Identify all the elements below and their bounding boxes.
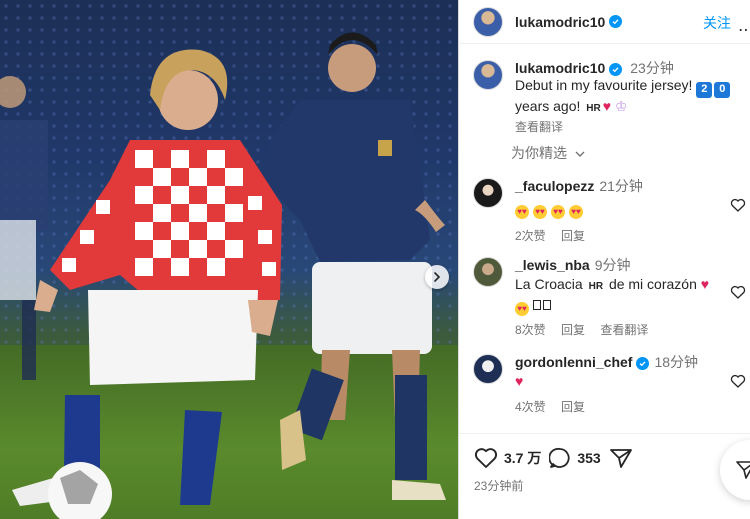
post-footer: 3.7 万 353 23分钟前 <box>459 433 750 519</box>
comment-icon[interactable] <box>549 447 571 469</box>
heart-outline-icon[interactable] <box>730 197 746 213</box>
chevron-down-icon <box>575 151 585 157</box>
heart-eyes-emoji: ♥♥ <box>515 204 529 219</box>
comment-count[interactable]: 353 <box>577 450 600 466</box>
heart-outline-icon[interactable] <box>730 284 746 300</box>
action-bar: 3.7 万 353 <box>474 447 633 469</box>
comment-actions: 8次赞 回复 查看翻译 <box>515 322 709 339</box>
share-icon[interactable] <box>609 447 633 469</box>
comment-username[interactable]: gordonlenni_chef <box>515 354 632 370</box>
send-icon <box>736 461 750 479</box>
post-header: lukamodric10 关注 ⋯ <box>459 0 750 44</box>
missing-glyph-icon <box>543 300 551 310</box>
see-translation-link[interactable]: 查看翻译 <box>600 323 648 337</box>
red-heart-emoji: ♥ <box>602 97 612 114</box>
comment-username[interactable]: _faculopezz <box>515 178 594 194</box>
post-time-ago: 23分钟前 <box>474 479 524 493</box>
heart-eyes-emoji: ♥♥ <box>569 204 583 219</box>
comment-text-a: La Croacia <box>515 276 583 292</box>
verified-badge-icon <box>636 357 650 370</box>
author-username[interactable]: lukamodric10 <box>515 14 605 30</box>
for-you-label: 为你精选 <box>511 145 567 161</box>
comment-text: ♥♥ ♥♥ ♥♥ ♥♥ <box>515 199 643 219</box>
croatia-flag-emoji: HR <box>588 281 604 292</box>
like-count[interactable]: 3.7 万 <box>504 448 541 468</box>
caption-time: 23分钟 <box>630 60 674 76</box>
post-viewer: lukamodric10 关注 ⋯ lukamodric10 23分钟 Debut… <box>0 0 750 519</box>
red-heart-emoji: ♥ <box>515 373 524 389</box>
keycap-0-emoji: 0 <box>714 81 731 98</box>
prince-emoji: ♔ <box>614 97 628 114</box>
comment-actions: 2次赞 回复 <box>515 228 643 245</box>
comment-username[interactable]: _lewis_nba <box>515 257 590 273</box>
reply-button[interactable]: 回复 <box>561 229 585 243</box>
follow-button[interactable]: 关注 <box>703 13 731 33</box>
heart-eyes-emoji: ♥♥ <box>551 204 565 219</box>
match-photo-illustration <box>0 32 446 519</box>
comment-likes[interactable]: 2次赞 <box>515 229 546 243</box>
comment-text: La Croacia HR de mi corazón ♥ <box>515 276 709 295</box>
comment-item: _faculopezz 21分钟 ♥♥ ♥♥ ♥♥ ♥♥ 2次赞 回复 <box>473 178 750 245</box>
avatar[interactable] <box>473 178 503 208</box>
comment-text-line2: ♥♥ <box>515 296 709 316</box>
heart-eyes-emoji: ♥♥ <box>515 301 529 316</box>
avatar[interactable] <box>473 6 503 37</box>
avatar[interactable] <box>473 354 503 384</box>
comment-text-b: de mi corazón <box>608 276 697 292</box>
chevron-right-icon <box>434 272 441 282</box>
heart-outline-icon[interactable] <box>730 373 746 389</box>
avatar[interactable] <box>473 60 503 90</box>
reply-button[interactable]: 回复 <box>561 323 585 337</box>
avatar[interactable] <box>473 257 503 287</box>
like-heart-icon[interactable] <box>474 447 498 469</box>
caption-username[interactable]: lukamodric10 <box>515 60 605 76</box>
reply-button[interactable]: 回复 <box>561 400 585 414</box>
comment-time: 18分钟 <box>654 354 699 370</box>
see-translation-link[interactable]: 查看翻译 <box>515 119 732 136</box>
keycap-2-emoji: 2 <box>696 81 713 98</box>
comment-actions: 4次赞 回复 <box>515 399 698 416</box>
missing-glyph-icon <box>533 300 541 310</box>
caption: lukamodric10 23分钟 Debut in my favourite j… <box>473 60 743 136</box>
comment-likes[interactable]: 4次赞 <box>515 400 546 414</box>
next-photo-button[interactable] <box>425 265 449 289</box>
comment-text: ♥ <box>515 373 698 390</box>
heart-eyes-emoji: ♥♥ <box>533 204 547 219</box>
for-you-sort[interactable]: 为你精选 <box>511 143 585 163</box>
red-heart-emoji: ♥ <box>700 276 710 292</box>
post-photo[interactable] <box>0 0 458 519</box>
caption-text-line1: Debut in my favourite jersey! <box>515 77 693 93</box>
comment-time: 9分钟 <box>594 257 631 273</box>
caption-text-line2: years ago! <box>515 97 581 114</box>
croatia-flag-emoji: HR <box>586 102 601 114</box>
post-side-panel: lukamodric10 关注 ⋯ lukamodric10 23分钟 Debut… <box>458 0 750 519</box>
comment-item: _lewis_nba 9分钟 La Croacia HR de mi corazó… <box>473 257 750 339</box>
verified-badge-icon <box>609 63 623 76</box>
comment-time: 21分钟 <box>599 178 643 194</box>
comment-likes[interactable]: 8次赞 <box>515 323 546 337</box>
more-horizontal-icon[interactable]: ⋯ <box>738 20 750 40</box>
comment-item: gordonlenni_chef 18分钟 ♥ 4次赞 回复 <box>473 354 750 416</box>
verified-badge-icon <box>609 15 623 28</box>
